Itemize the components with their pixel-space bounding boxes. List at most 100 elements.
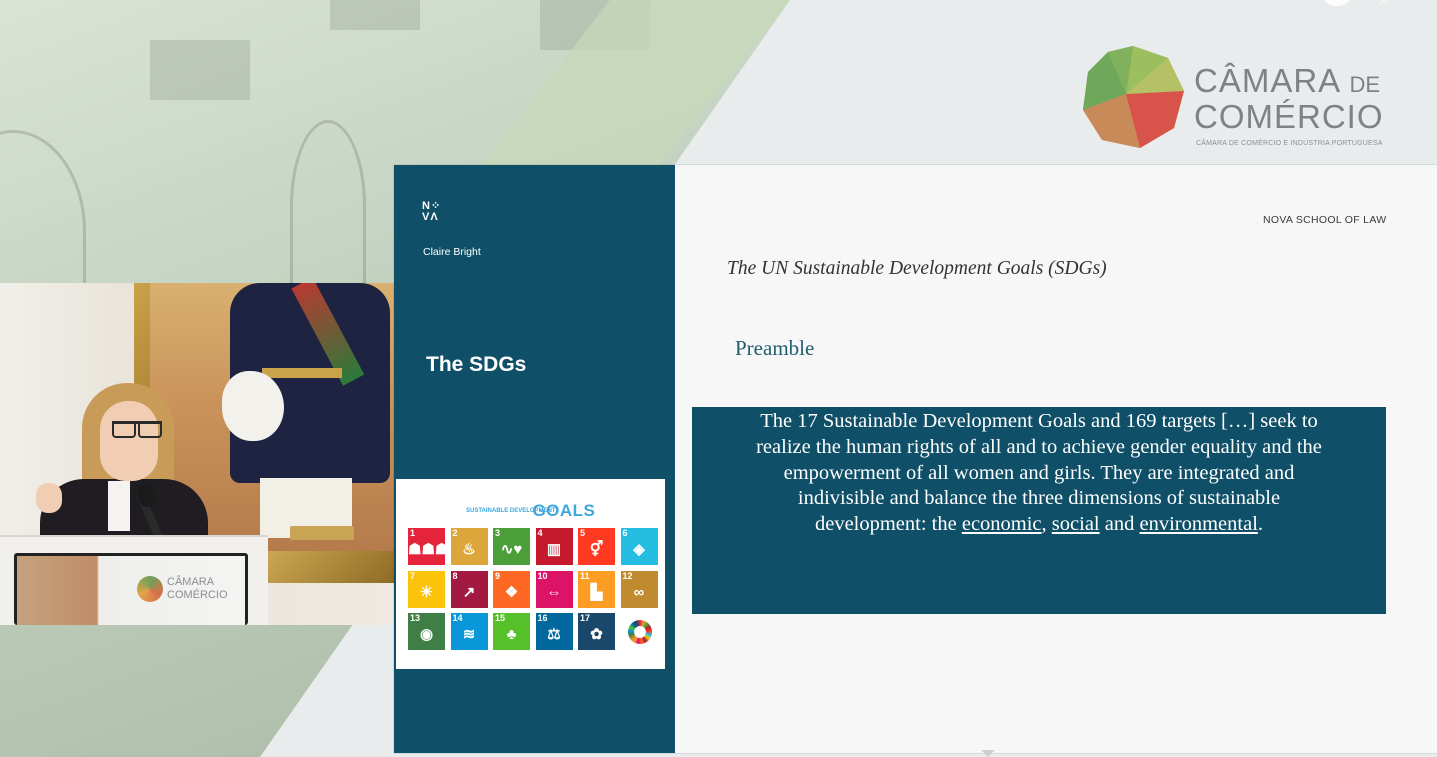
sdg-goal-tile: 2 ♨ [450, 528, 488, 565]
sdg-goal-icon: ∞ [633, 583, 645, 601]
portrait-plaque [290, 526, 354, 540]
quote-economic: economic [961, 513, 1042, 536]
sdg-wheel-tile [620, 613, 658, 650]
quote-social: social [1051, 513, 1100, 536]
logo-word-comercio: COMÉRCIO [1194, 98, 1384, 135]
sdg-tile-grid: 1 ☗☗☗ 2 ♨ 3 ∿♥ 4 ▥ 5 ⚥ 6 ◈ 7 ☀ 8 ↗ 9 ❖ 10 ⇔ 11 ▙ 12 ∞ 13 ◉ 14 ≋ 15 ♣ 1… [408, 528, 658, 650]
sdg-goal-tile: 3 ∿♥ [493, 528, 530, 565]
sdg-goal-number: 5 [580, 528, 586, 538]
quote-line: development: the [814, 513, 962, 536]
lectern-logo-icon [137, 576, 163, 602]
sdg-wheel-icon [627, 620, 652, 644]
sdg-goal-number: 2 [452, 528, 458, 538]
video-frame: CÂMARA DE COMÉRCIO CÂMARA DE COMÉRCIO E … [0, 0, 1437, 757]
sdg-goal-tile: 1 ☗☗☗ [408, 528, 449, 565]
quote-line: realize the human rights of all and to a… [756, 435, 1322, 458]
sdg-goal-tile: 7 ☀ [408, 570, 445, 608]
nova-logo-icon: N⁘ VΛ [422, 201, 452, 227]
sdg-goal-number: 10 [537, 570, 548, 581]
sdg-goal-number: 4 [537, 528, 543, 538]
sdg-goal-icon: ♨ [462, 541, 476, 558]
sdg-goal-number: 12 [622, 570, 633, 581]
background-arch [290, 120, 366, 293]
sdg-goal-tile: 13 ◉ [408, 613, 445, 650]
sdg-heading-big: GOALS [532, 501, 596, 520]
sdg-goal-tile: 16 ⚖ [535, 613, 573, 650]
sdg-goal-icon: ✿ [590, 626, 603, 643]
logo-word-de: DE [1349, 72, 1381, 97]
presentation-slide: N⁘ VΛ Claire Bright The SDGs SUSTAINABLE… [394, 165, 1437, 753]
sdg-goal-tile: 8 ↗ [450, 570, 488, 608]
background-window [150, 40, 250, 100]
quote-line: indivisible and balance the three dimens… [797, 487, 1281, 510]
sdg-goal-number: 6 [622, 528, 628, 538]
sdg-goal-icon: ⇔ [546, 583, 562, 601]
speaker-face [100, 401, 158, 481]
presenter-name: Claire Bright [423, 246, 481, 258]
quote-environmental: environmental [1139, 513, 1258, 536]
sdg-goal-tile: 17 ✿ [578, 613, 615, 650]
portrait-plume [222, 371, 284, 441]
logo-word-camara: CÂMARA DE [1194, 62, 1381, 99]
slide-title: The UN Sustainable Development Goals (SD… [727, 258, 1107, 279]
nova-logo-line2: VΛ [422, 211, 439, 223]
sdg-goal-icon: ⚖ [547, 626, 561, 643]
background-window [330, 0, 420, 30]
share-arrow-icon[interactable]: ↗ [1378, 0, 1388, 8]
sdg-goal-icon: ≋ [462, 626, 476, 643]
sdg-goal-number: 1 [410, 528, 416, 538]
sdg-heading-small: SUSTAINABLE DEVELOPMENT [466, 508, 556, 514]
preamble-quote: The 17 Sustainable Development Goals and… [692, 409, 1386, 538]
lectern-logo-line1: CÂMARA [167, 576, 215, 588]
portrait-belt [262, 368, 342, 378]
quote-and: and [1099, 513, 1140, 536]
sdg-goal-number: 9 [495, 570, 501, 581]
sdg-goal-icon: ▙ [590, 583, 603, 601]
sdg-goal-icon: ⚥ [589, 541, 604, 558]
sdg-goal-number: 14 [452, 613, 463, 623]
sdg-goal-icon: ♣ [506, 626, 517, 643]
sdg-goal-icon: ◉ [419, 626, 434, 643]
camara-logo-mark-icon [1083, 46, 1184, 148]
sdg-goal-number: 8 [452, 570, 458, 581]
sdg-goal-number: 3 [495, 528, 501, 538]
speaker-shirt [108, 481, 130, 531]
slide-subtitle: Preamble [735, 336, 815, 360]
sdg-goal-icon: ∿♥ [500, 541, 523, 558]
logo-subtitle: CÂMARA DE COMÉRCIO E INDÚSTRIA PORTUGUES… [1196, 140, 1383, 147]
sdg-goal-tile: 6 ◈ [620, 528, 658, 565]
sdg-goal-icon: ❖ [504, 583, 519, 601]
sdg-goal-number: 7 [410, 570, 416, 581]
sdg-goal-number: 11 [580, 570, 590, 581]
sdg-goal-number: 17 [580, 613, 591, 623]
sdg-goal-number: 16 [537, 613, 548, 623]
sdg-goal-tile: 11 ▙ [578, 570, 615, 608]
scrubber-marker-icon[interactable] [981, 750, 995, 757]
sdg-goal-icon: ↗ [462, 583, 476, 601]
speaker-hand [36, 483, 62, 513]
quote-comma: , [1041, 513, 1052, 536]
sdg-goal-number: 13 [410, 613, 421, 623]
sdg-goal-icon: ▥ [546, 541, 562, 558]
lectern-screen-display: CÂMARA COMÉRCIO [17, 556, 245, 625]
slide-sidebar: N⁘ VΛ Claire Bright The SDGs SUSTAINABLE… [394, 165, 675, 753]
section-title: The SDGs [426, 353, 527, 376]
sdg-goal-tile: 14 ≋ [450, 613, 488, 650]
speaker-video-inset: CÂMARA COMÉRCIO [0, 283, 394, 625]
sdg-goal-tile: 15 ♣ [493, 613, 530, 650]
sdg-goal-tile: 9 ❖ [493, 570, 530, 608]
sdg-goal-icon: ◈ [633, 541, 645, 558]
sdg-goal-number: 15 [495, 613, 506, 623]
school-name: NOVA SCHOOL OF LAW [1263, 214, 1387, 226]
lectern-logo-line2: COMÉRCIO [167, 589, 228, 601]
speaker-glasses [112, 421, 162, 438]
sdg-goal-icon: ☗☗☗ [408, 541, 449, 558]
sdg-heading: SUSTAINABLE DEVELOPMENT GOALS [466, 501, 595, 521]
quote-line: The 17 Sustainable Development Goals and… [760, 410, 1318, 432]
preamble-quote-box: The 17 Sustainable Development Goals and… [692, 407, 1386, 614]
sdg-goal-tile: 12 ∞ [620, 570, 658, 608]
sdg-goal-tile: 5 ⚥ [578, 528, 615, 565]
quote-period: . [1257, 513, 1264, 536]
sdg-goal-icon: ☀ [419, 583, 434, 601]
sdg-goal-tile: 10 ⇔ [535, 570, 573, 608]
